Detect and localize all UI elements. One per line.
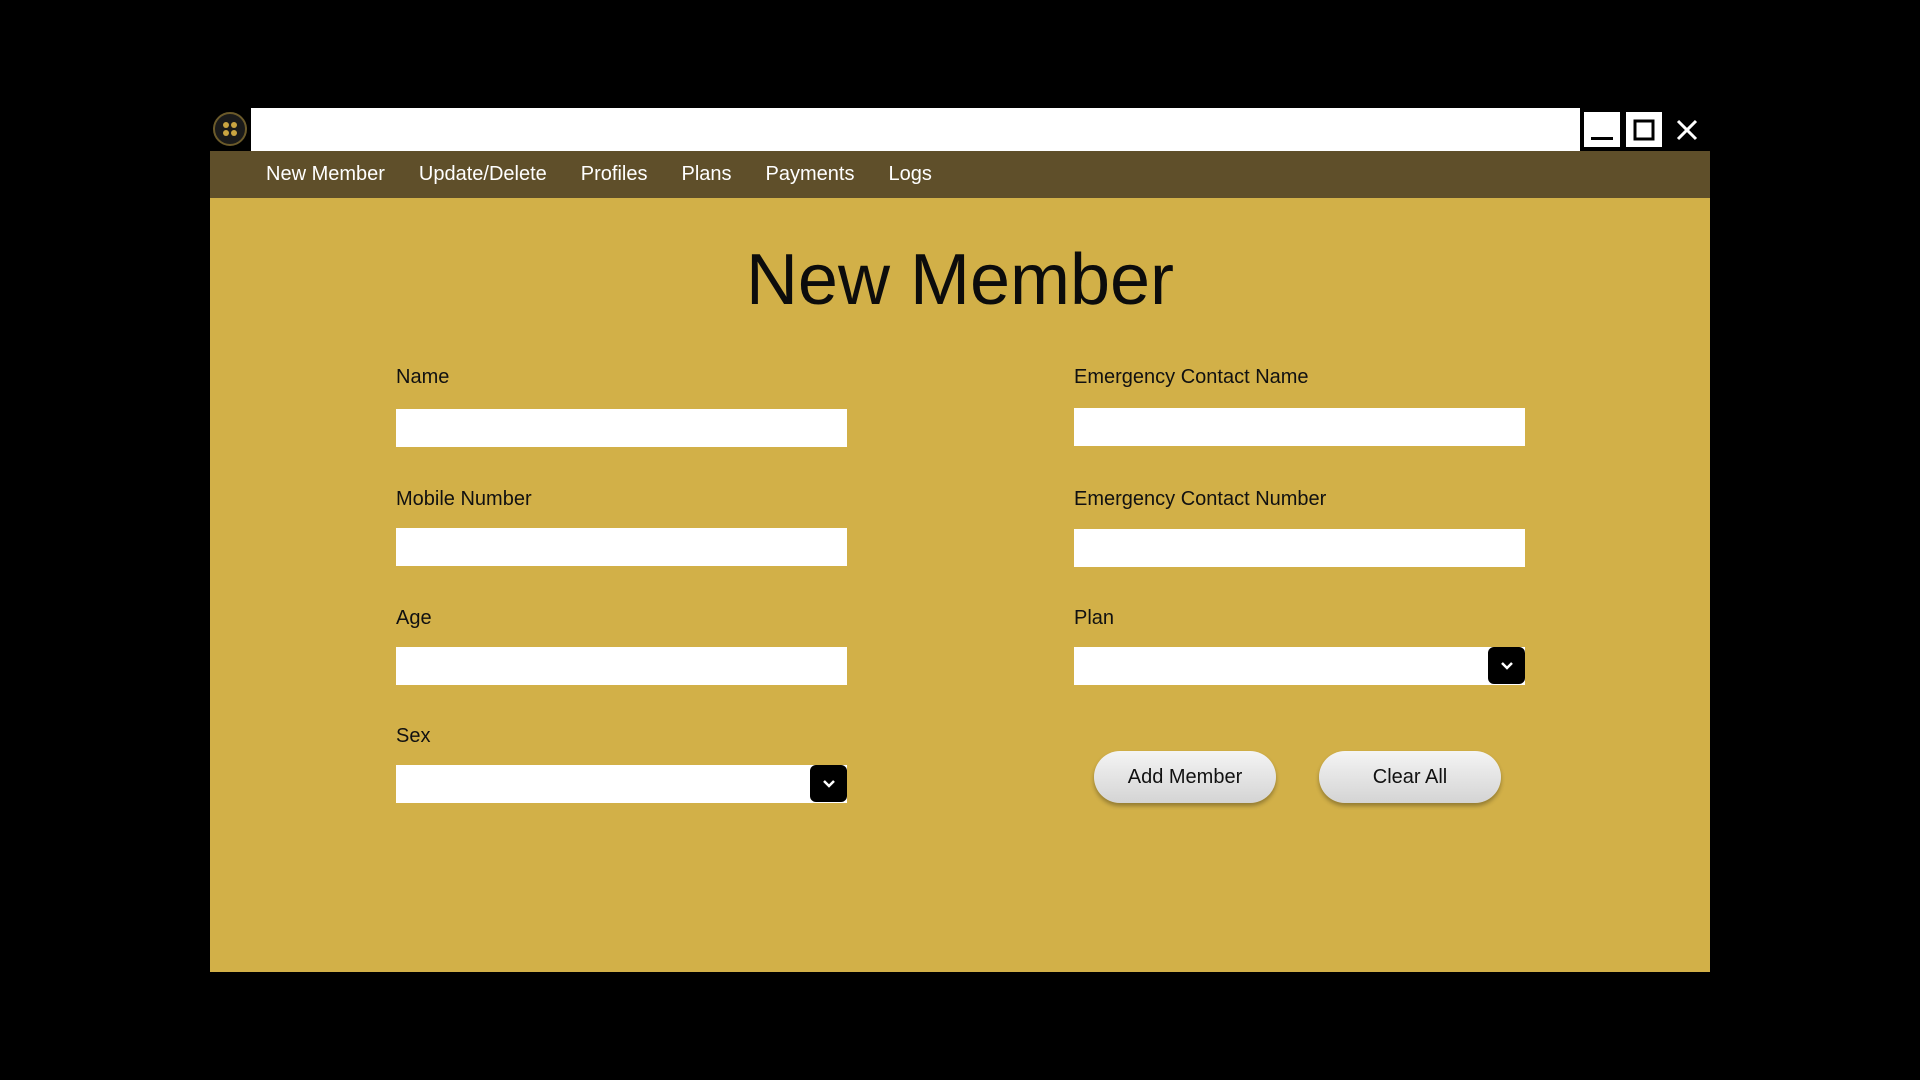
menu-item-profiles[interactable]: Profiles [581,163,648,186]
menu-item-payments[interactable]: Payments [766,163,855,186]
name-label: Name [396,366,450,388]
plan-dropdown-button[interactable] [1488,647,1525,684]
minimize-button[interactable] [1582,110,1622,149]
sex-select[interactable] [396,765,847,803]
emergency-contact-number-field[interactable] [1074,529,1525,567]
name-field[interactable] [396,409,847,447]
menu-item-new-member[interactable]: New Member [266,163,385,186]
title-bar [210,108,1710,151]
menu-bar: New Member Update/Delete Profiles Plans … [210,151,1710,198]
app-window: New Member Update/Delete Profiles Plans … [210,108,1710,972]
menu-item-logs[interactable]: Logs [888,163,931,186]
close-button[interactable] [1667,110,1707,149]
mobile-number-label: Mobile Number [396,488,532,510]
plan-select[interactable] [1074,647,1525,685]
gym-logo-icon [213,112,247,146]
window-title [251,108,1580,151]
maximize-button[interactable] [1624,110,1664,149]
minimize-icon [1591,136,1613,140]
plan-label: Plan [1074,607,1115,629]
mobile-number-field[interactable] [396,528,847,566]
emergency-contact-number-label: Emergency Contact Number [1074,488,1327,510]
close-icon [1676,119,1698,140]
emergency-contact-name-label: Emergency Contact Name [1074,366,1309,388]
sex-label: Sex [396,725,431,747]
chevron-down-icon [1500,661,1513,670]
add-member-button[interactable]: Add Member [1094,751,1276,803]
maximize-icon [1633,119,1655,140]
menu-item-plans[interactable]: Plans [682,163,732,186]
age-label: Age [396,607,432,629]
menu-item-update-delete[interactable]: Update/Delete [419,163,547,186]
page-title: New Member [745,240,1175,320]
emergency-contact-name-field[interactable] [1074,408,1525,446]
clear-all-button[interactable]: Clear All [1319,751,1501,803]
chevron-down-icon [822,779,835,788]
age-field[interactable] [396,647,847,685]
sex-dropdown-button[interactable] [810,765,847,802]
